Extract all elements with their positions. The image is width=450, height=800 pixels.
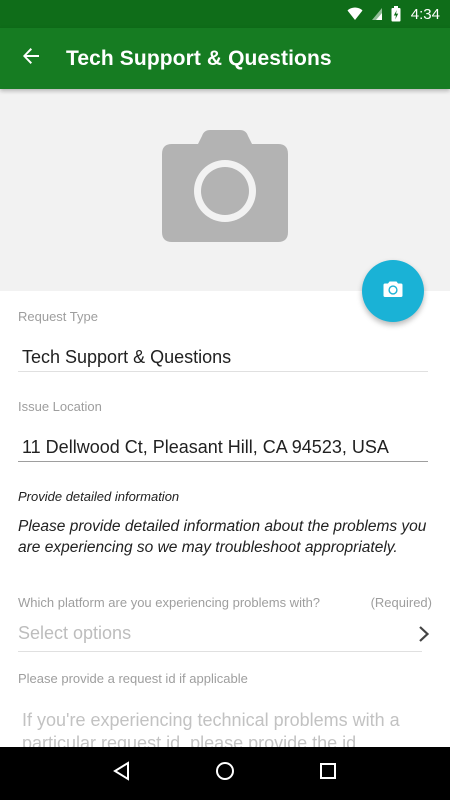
status-bar: 4:34 xyxy=(0,0,450,28)
camera-icon xyxy=(162,129,288,247)
wifi-icon xyxy=(347,7,363,21)
request-id-label: Please provide a request id if applicabl… xyxy=(18,671,248,686)
nav-back-button[interactable] xyxy=(102,754,142,794)
platform-select[interactable]: Select options xyxy=(18,623,131,644)
request-type-value[interactable]: Tech Support & Questions xyxy=(22,347,231,368)
square-recents-icon xyxy=(319,762,337,785)
status-time: 4:34 xyxy=(410,5,440,23)
request-form: Request Type Tech Support & Questions Is… xyxy=(0,291,450,747)
app-bar: Tech Support & Questions xyxy=(0,28,450,89)
page-title: Tech Support & Questions xyxy=(66,46,332,70)
request-type-underline xyxy=(18,371,428,372)
issue-location-field[interactable]: 11 Dellwood Ct, Pleasant Hill, CA 94523,… xyxy=(22,437,389,458)
nav-recents-button[interactable] xyxy=(308,754,348,794)
arrow-left-icon xyxy=(21,46,41,71)
request-id-input[interactable]: If you're experiencing technical problem… xyxy=(22,709,422,747)
issue-location-label: Issue Location xyxy=(18,399,102,414)
nav-home-button[interactable] xyxy=(205,754,245,794)
cellular-signal-icon xyxy=(371,7,383,21)
back-button[interactable] xyxy=(0,28,62,89)
request-type-label: Request Type xyxy=(18,309,98,324)
details-heading: Provide detailed information xyxy=(18,489,180,504)
camera-icon xyxy=(383,280,403,303)
details-body: Please provide detailed information abou… xyxy=(18,518,427,556)
battery-charging-icon xyxy=(391,6,401,22)
issue-location-underline xyxy=(18,461,428,462)
platform-label: Which platform are you experiencing prob… xyxy=(18,595,321,610)
platform-underline xyxy=(18,651,422,652)
system-nav-bar xyxy=(0,747,450,800)
circle-home-icon xyxy=(215,761,235,786)
platform-required: (Required) xyxy=(370,595,432,610)
chevron-right-icon[interactable] xyxy=(418,625,430,648)
add-photo-button[interactable] xyxy=(362,260,424,322)
triangle-back-icon xyxy=(112,761,132,786)
